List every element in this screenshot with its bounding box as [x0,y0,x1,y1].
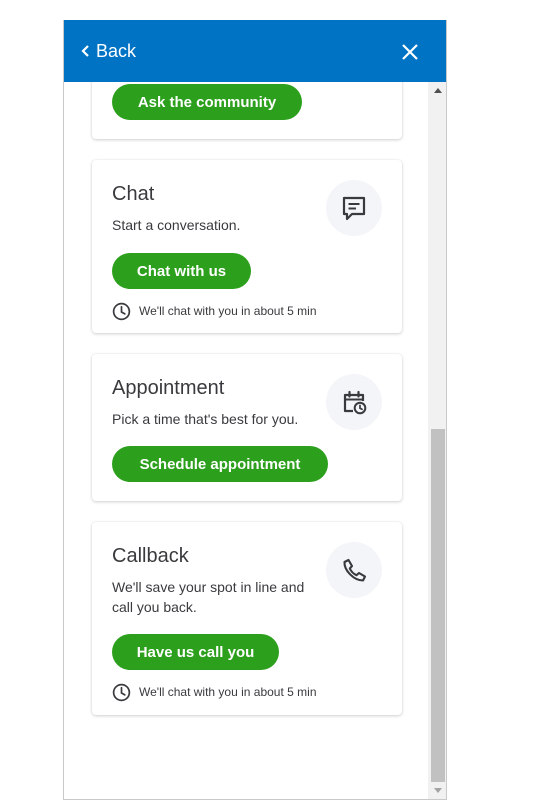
have-us-call-you-button[interactable]: Have us call you [112,634,279,670]
appointment-card: Appointment Pick a time that's best for … [92,354,402,501]
chat-wait-info: We'll chat with you in about 5 min [112,301,317,321]
callback-wait-info: We'll chat with you in about 5 min [112,682,317,702]
back-label: Back [96,41,137,61]
chat-card: Chat Start a conversation. Chat with us … [92,160,402,333]
ask-community-button[interactable]: Ask the community [112,84,302,120]
chat-icon-circle [326,180,382,236]
scrollbar-thumb[interactable] [431,429,445,782]
schedule-appointment-button[interactable]: Schedule appointment [112,446,328,482]
callback-card: Callback We'll save your spot in line an… [92,522,402,715]
chat-description: Start a conversation. [112,217,241,233]
chat-wait-text: We'll chat with you in about 5 min [139,304,317,318]
callback-wait-text: We'll chat with you in about 5 min [139,685,317,699]
close-icon[interactable] [401,43,419,61]
community-card: Ask the community [92,82,402,139]
scroll-up-arrow-icon[interactable] [434,88,442,93]
callback-title: Callback [112,545,189,567]
chat-with-us-button[interactable]: Chat with us [112,253,251,289]
appointment-description: Pick a time that's best for you. [112,411,299,427]
scroll-content: Ask the community Chat Start a conversat… [64,82,428,799]
scrollbar[interactable] [428,82,446,799]
scroll-down-arrow-icon[interactable] [434,788,442,793]
help-panel: Back Ask the community Chat Start a conv… [63,20,447,800]
clock-icon [112,302,131,320]
callback-icon-circle [326,542,382,598]
appointment-icon-circle [326,374,382,430]
chevron-left-icon [81,45,89,57]
panel-header: Back [64,20,446,82]
clock-icon [112,683,131,701]
phone-icon [343,558,367,582]
calendar-clock-icon [343,390,367,415]
chat-bubble-icon [342,196,366,221]
back-button[interactable]: Back [81,39,136,63]
appointment-title: Appointment [112,377,225,399]
chat-title: Chat [112,183,155,205]
callback-description: We'll save your spot in line and call yo… [112,579,305,615]
